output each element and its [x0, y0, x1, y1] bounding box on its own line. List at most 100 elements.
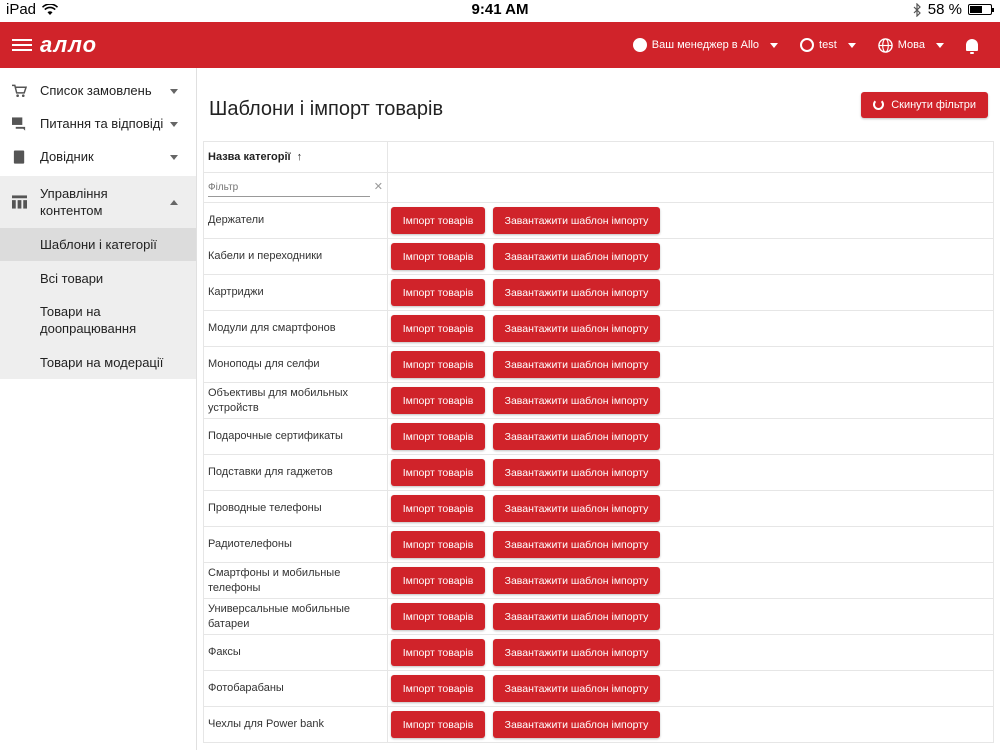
category-name-text: Картриджи	[208, 286, 264, 298]
download-template-button[interactable]: Завантажити шаблон імпорту	[493, 423, 660, 450]
language-menu[interactable]: Мова	[877, 37, 944, 53]
sidebar-item-rework-products[interactable]: Товари на доопрацювання	[0, 295, 196, 345]
import-products-button[interactable]: Імпорт товарів	[391, 567, 485, 594]
category-name: Кабели и переходники	[204, 239, 388, 274]
row-actions: Імпорт товарів Завантажити шаблон імпорту	[388, 491, 994, 526]
sidebar-item-orders[interactable]: Список замовлень	[0, 74, 196, 107]
table-row: Фотобарабаны Імпорт товарів Завантажити ша…	[204, 671, 994, 707]
brand-logo[interactable]: алло	[40, 32, 97, 58]
row-actions: Імпорт товарів Завантажити шаблон імпорту	[388, 275, 994, 310]
row-actions: Імпорт товарів Завантажити шаблон імпорту	[388, 599, 994, 634]
chevron-down-icon	[170, 154, 178, 160]
sidebar-item-moderation-products[interactable]: Товари на модерації	[0, 345, 196, 379]
category-name-text: Фотобарабаны	[208, 682, 284, 694]
import-products-button[interactable]: Імпорт товарів	[391, 459, 485, 486]
user-face-icon	[800, 38, 815, 52]
battery-percent: 58 %	[927, 1, 962, 18]
manager-menu[interactable]: Ваш менеджер в Allo	[632, 38, 779, 52]
download-template-button[interactable]: Завантажити шаблон імпорту	[493, 639, 660, 666]
category-name-text: Держатели	[208, 214, 265, 226]
download-template-button[interactable]: Завантажити шаблон імпорту	[493, 711, 660, 738]
category-filter-input[interactable]	[208, 178, 370, 197]
category-name-text: Подарочные сертификаты	[208, 430, 343, 442]
user-label: test	[819, 39, 837, 51]
table-row: Объективы для мобильных устройств Імпорт …	[204, 383, 994, 419]
download-template-button[interactable]: Завантажити шаблон імпорту	[493, 459, 660, 486]
sidebar-item-label: Список замовлень	[40, 83, 152, 98]
cart-icon	[12, 84, 27, 97]
import-products-button[interactable]: Імпорт товарів	[391, 279, 485, 306]
import-products-button[interactable]: Імпорт товарів	[391, 315, 485, 342]
category-name-text: Модули для смартфонов	[208, 322, 336, 334]
import-products-button[interactable]: Імпорт товарів	[391, 675, 485, 702]
table-row: Подарочные сертификаты Імпорт товарів Зава…	[204, 419, 994, 455]
category-name: Смартфоны и мобильные телефоны	[204, 563, 388, 598]
row-actions: Імпорт товарів Завантажити шаблон імпорту	[388, 707, 994, 742]
table-row: Картриджи Імпорт товарів Завантажити шабло…	[204, 275, 994, 311]
filter-cell: ✕	[204, 173, 388, 202]
bell-icon[interactable]	[966, 39, 978, 54]
import-products-button[interactable]: Імпорт товарів	[391, 351, 485, 378]
download-template-button[interactable]: Завантажити шаблон імпорту	[493, 387, 660, 414]
download-template-button[interactable]: Завантажити шаблон імпорту	[493, 351, 660, 378]
row-actions: Імпорт товарів Завантажити шаблон імпорту	[388, 203, 994, 238]
import-products-button[interactable]: Імпорт товарів	[391, 243, 485, 270]
book-icon	[13, 149, 25, 164]
row-actions: Імпорт товарів Завантажити шаблон імпорту	[388, 671, 994, 706]
download-template-button[interactable]: Завантажити шаблон імпорту	[493, 603, 660, 630]
download-template-button[interactable]: Завантажити шаблон імпорту	[493, 531, 660, 558]
column-header-category[interactable]: Назва категорії ↑	[204, 142, 388, 172]
category-name-text: Проводные телефоны	[208, 502, 322, 514]
filter-actions-cell	[388, 173, 994, 202]
import-products-button[interactable]: Імпорт товарів	[391, 423, 485, 450]
chevron-down-icon	[847, 42, 856, 48]
import-products-button[interactable]: Імпорт товарів	[391, 531, 485, 558]
sidebar-group-content[interactable]: Управління контентом	[0, 176, 196, 228]
clear-filter-icon[interactable]: ✕	[374, 180, 383, 195]
import-products-button[interactable]: Імпорт товарів	[391, 207, 485, 234]
download-template-button[interactable]: Завантажити шаблон імпорту	[493, 243, 660, 270]
download-template-button[interactable]: Завантажити шаблон імпорту	[493, 495, 660, 522]
bluetooth-icon	[913, 2, 921, 17]
globe-icon	[877, 37, 893, 53]
sidebar-subitem-label: Всі товари	[40, 270, 104, 286]
import-products-button[interactable]: Імпорт товарів	[391, 495, 485, 522]
download-template-button[interactable]: Завантажити шаблон імпорту	[493, 279, 660, 306]
chevron-down-icon	[936, 42, 944, 48]
main-content: Шаблони і імпорт товарів Скинути фільтри…	[197, 68, 1000, 750]
sidebar: Список замовлень Питання та відповіді До…	[0, 68, 197, 750]
user-menu[interactable]: test	[800, 38, 856, 52]
category-name-text: Моноподы для селфи	[208, 358, 320, 370]
row-actions: Імпорт товарів Завантажити шаблон імпорту	[388, 527, 994, 562]
sort-arrow-up-icon[interactable]: ↑	[297, 150, 303, 165]
category-name-text: Объективы для мобильных устройств	[208, 386, 349, 414]
import-products-button[interactable]: Імпорт товарів	[391, 711, 485, 738]
sidebar-item-questions[interactable]: Питання та відповіді	[0, 107, 196, 140]
download-template-button[interactable]: Завантажити шаблон імпорту	[493, 207, 660, 234]
chevron-down-icon	[170, 121, 178, 127]
categories-table: Назва категорії ↑ ✕ Держатели Імпорт това…	[203, 141, 994, 743]
row-actions: Імпорт товарів Завантажити шаблон імпорту	[388, 419, 994, 454]
download-template-button[interactable]: Завантажити шаблон імпорту	[493, 675, 660, 702]
category-name: Фотобарабаны	[204, 671, 388, 706]
sidebar-item-reference[interactable]: Довідник	[0, 140, 196, 173]
battery-icon	[968, 4, 994, 15]
column-header-label: Назва категорії	[208, 150, 291, 163]
category-name-text: Чехлы для Power bank	[208, 718, 325, 730]
import-products-button[interactable]: Імпорт товарів	[391, 639, 485, 666]
row-actions: Імпорт товарів Завантажити шаблон імпорту	[388, 635, 994, 670]
app-bar: алло Ваш менеджер в Allo test Мова	[0, 22, 1000, 68]
import-products-button[interactable]: Імпорт товарів	[391, 603, 485, 630]
category-name-text: Радиотелефоны	[208, 538, 292, 550]
download-template-button[interactable]: Завантажити шаблон імпорту	[493, 315, 660, 342]
column-header-actions	[388, 142, 994, 172]
sidebar-item-templates[interactable]: Шаблони і категорії	[0, 228, 196, 261]
sidebar-item-all-products[interactable]: Всі товари	[0, 261, 196, 295]
download-template-button[interactable]: Завантажити шаблон імпорту	[493, 567, 660, 594]
import-products-button[interactable]: Імпорт товарів	[391, 387, 485, 414]
reset-filters-button[interactable]: Скинути фільтри	[861, 92, 988, 118]
hamburger-menu-icon[interactable]	[12, 36, 32, 54]
refresh-icon	[873, 99, 885, 110]
sidebar-item-label: Питання та відповіді	[40, 116, 164, 131]
table-row: Смартфоны и мобильные телефоны Імпорт тов…	[204, 563, 994, 599]
